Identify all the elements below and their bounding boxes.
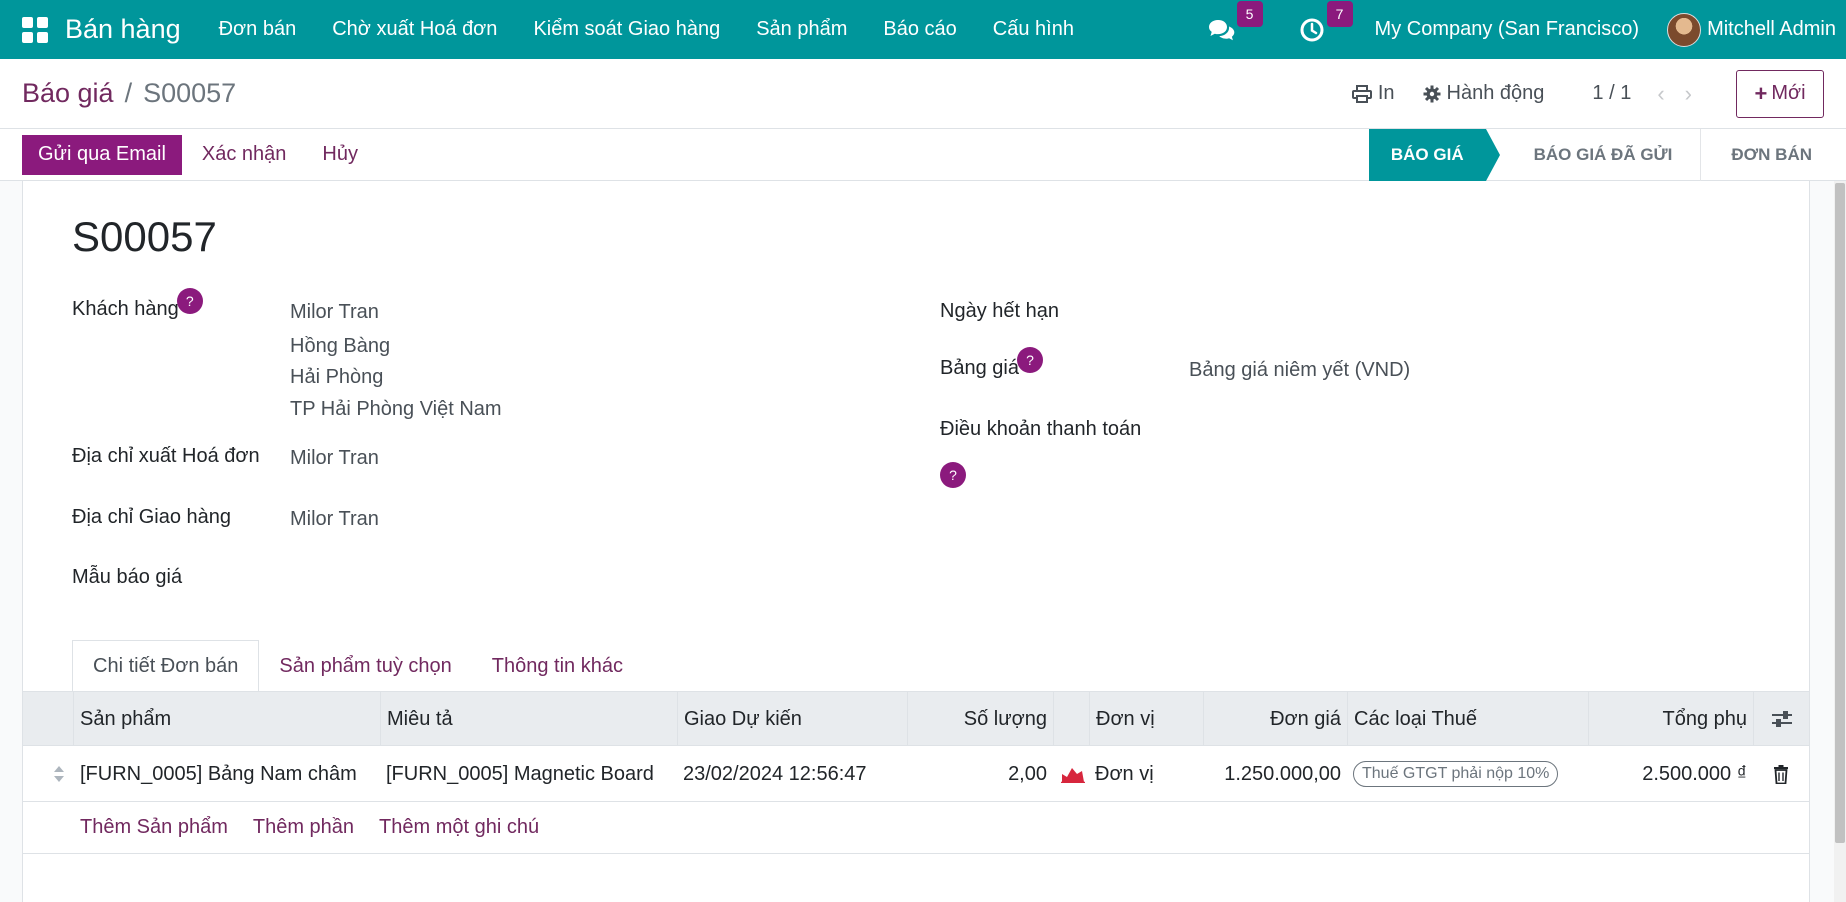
col-header-product[interactable]: Sản phẩm <box>73 692 380 746</box>
line-description[interactable]: [FURN_0005] Magnetic Board <box>386 746 654 802</box>
record-title: S00057 <box>72 213 217 260</box>
menu-item-delivery-control[interactable]: Kiểm soát Giao hàng <box>515 18 738 41</box>
breadcrumb-separator: / <box>124 78 133 108</box>
line-taxes[interactable]: Thuế GTGT phải nộp 10% <box>1353 746 1559 802</box>
menu-item-configuration[interactable]: Cấu hình <box>975 18 1092 41</box>
line-uom[interactable]: Đơn vị <box>1095 746 1154 802</box>
breadcrumb-current: S00057 <box>143 78 237 108</box>
quotation-template-label: Mẫu báo giá <box>72 566 183 588</box>
plus-icon: + <box>1754 80 1768 106</box>
messages-icon[interactable]: 5 <box>1207 0 1263 45</box>
customer-address-line2: Hải Phòng <box>290 366 384 388</box>
quotation-template-field[interactable] <box>290 566 870 592</box>
add-note-link[interactable]: Thêm một ghi chú <box>379 816 539 839</box>
menu-item-reporting[interactable]: Báo cáo <box>865 18 974 41</box>
optional-columns-icon[interactable] <box>1753 692 1809 746</box>
forecast-chart-icon[interactable] <box>1058 746 1088 802</box>
tab-other-info[interactable]: Thông tin khác <box>472 640 643 692</box>
action-button[interactable]: Hành động <box>1423 82 1545 105</box>
payment-terms-help-icon[interactable]: ? <box>940 462 966 488</box>
tax-tag: Thuế GTGT phải nộp 10% <box>1353 761 1559 787</box>
form-statusbar: Gửi qua Email Xác nhận Hủy BÁO GIÁ BÁO G… <box>0 128 1846 181</box>
menu-item-orders[interactable]: Đơn bán <box>201 18 315 41</box>
table-row[interactable]: [FURN_0005] Bảng Nam châm [FURN_0005] Ma… <box>23 746 1809 802</box>
drag-handle-icon[interactable] <box>45 746 73 802</box>
menu-item-products[interactable]: Sản phẩm <box>738 18 865 41</box>
customer-field[interactable]: Milor Tran <box>290 301 379 324</box>
gear-icon <box>1423 85 1441 102</box>
send-email-button[interactable]: Gửi qua Email <box>22 134 182 175</box>
stage-sales-order[interactable]: ĐƠN BÁN <box>1701 129 1834 181</box>
col-header-unit-price[interactable]: Đơn giá <box>1203 692 1347 746</box>
activities-clock-icon[interactable]: 7 <box>1297 0 1353 45</box>
new-label: Mới <box>1771 82 1806 104</box>
col-header-delivery-date[interactable]: Giao Dự kiến <box>677 692 907 746</box>
line-unit-price[interactable]: 1.250.000,00 <box>1203 746 1341 802</box>
user-menu[interactable]: Mitchell Admin <box>1707 18 1836 41</box>
customer-address-line3: TP Hải Phòng Việt Nam <box>290 398 502 420</box>
line-product[interactable]: [FURN_0005] Bảng Nam châm <box>80 746 357 802</box>
user-avatar[interactable] <box>1667 12 1702 47</box>
print-icon <box>1351 84 1372 103</box>
pricelist-label: Bảng giá? <box>940 347 1043 383</box>
breadcrumb-quotations[interactable]: Báo giá <box>22 78 114 109</box>
page-scrollbar[interactable] <box>1834 181 1846 902</box>
stage-quotation[interactable]: BÁO GIÁ <box>1368 128 1500 181</box>
tab-optional-products[interactable]: Sản phẩm tuỳ chọn <box>259 640 471 692</box>
line-quantity[interactable]: 2,00 <box>907 746 1047 802</box>
control-panel: Báo giá / S00057 In Hành động 1 / 1 ‹ › … <box>0 59 1846 129</box>
line-subtotal: 2.500.000 ₫ <box>1642 762 1747 785</box>
breadcrumb: Báo giá / S00057 <box>22 78 236 109</box>
activities-count-badge: 7 <box>1326 0 1353 27</box>
customer-label-text: Khách hàng <box>72 298 179 320</box>
payment-terms-field[interactable] <box>1189 418 1749 444</box>
pager-value[interactable]: 1 / 1 <box>1592 82 1631 105</box>
pricelist-help-icon[interactable]: ? <box>1016 347 1043 373</box>
col-header-quantity[interactable]: Số lượng <box>907 692 1053 746</box>
form-sheet: S00057 Khách hàng? Milor Tran Hồng Bàng … <box>22 181 1810 902</box>
print-label: In <box>1377 82 1395 104</box>
payment-terms-label: Điều khoản thanh toán <box>940 418 1142 440</box>
apps-menu-icon[interactable] <box>22 16 48 43</box>
pager-next-icon[interactable]: › <box>1685 81 1692 107</box>
invoice-address-label: Địa chỉ xuất Hoá đơn <box>72 445 260 467</box>
expiry-date-label: Ngày hết hạn <box>940 300 1059 322</box>
menu-item-to-invoice[interactable]: Chờ xuất Hoá đơn <box>314 18 515 41</box>
print-button[interactable]: In <box>1351 82 1395 105</box>
top-navbar: Bán hàng Đơn bán Chờ xuất Hoá đơn Kiểm s… <box>0 0 1846 59</box>
line-delivery-date[interactable]: 23/02/2024 12:56:47 <box>683 746 867 802</box>
new-button[interactable]: + Mới <box>1736 69 1824 118</box>
pager-previous-icon[interactable]: ‹ <box>1657 81 1664 107</box>
stage-quotation-sent[interactable]: BÁO GIÁ ĐÃ GỬI <box>1500 129 1701 181</box>
delivery-address-field[interactable]: Milor Tran <box>290 508 379 531</box>
expiry-date-field[interactable] <box>1189 300 1749 326</box>
col-header-forecast <box>1053 692 1089 746</box>
add-line-row: Thêm Sản phẩm Thêm phần Thêm một ghi chú <box>23 802 1809 854</box>
stage-pipeline: BÁO GIÁ BÁO GIÁ ĐÃ GỬI ĐƠN BÁN <box>1368 128 1834 181</box>
col-header-uom[interactable]: Đơn vị <box>1089 692 1203 746</box>
tab-order-lines[interactable]: Chi tiết Đơn bán <box>72 640 260 692</box>
invoice-address-field[interactable]: Milor Tran <box>290 447 379 470</box>
notebook-tabs: Chi tiết Đơn bán Sản phẩm tuỳ chọn Thông… <box>72 640 643 692</box>
add-section-link[interactable]: Thêm phần <box>253 816 354 839</box>
col-header-subtotal[interactable]: Tổng phụ <box>1588 692 1753 746</box>
confirm-button[interactable]: Xác nhận <box>202 143 287 166</box>
add-product-link[interactable]: Thêm Sản phẩm <box>80 816 228 839</box>
customer-help-icon[interactable]: ? <box>176 288 203 314</box>
customer-address-line1: Hồng Bàng <box>290 335 391 357</box>
app-name[interactable]: Bán hàng <box>65 14 181 45</box>
action-label: Hành động <box>1446 82 1545 104</box>
col-header-description[interactable]: Miêu tả <box>380 692 677 746</box>
cancel-button[interactable]: Hủy <box>322 143 358 166</box>
customer-label: Khách hàng? <box>72 288 203 324</box>
scrollbar-thumb[interactable] <box>1835 183 1845 843</box>
order-lines-header: Sản phẩm Miêu tả Giao Dự kiến Số lượng Đ… <box>23 692 1809 746</box>
messages-count-badge: 5 <box>1236 0 1263 27</box>
trash-icon[interactable] <box>1753 746 1809 802</box>
pricelist-field[interactable]: Bảng giá niêm yết (VND) <box>1189 359 1410 382</box>
col-header-taxes[interactable]: Các loại Thuế <box>1347 692 1588 746</box>
delivery-address-label: Địa chỉ Giao hàng <box>72 506 231 528</box>
company-switcher[interactable]: My Company (San Francisco) <box>1375 18 1640 41</box>
pricelist-label-text: Bảng giá <box>940 357 1019 379</box>
